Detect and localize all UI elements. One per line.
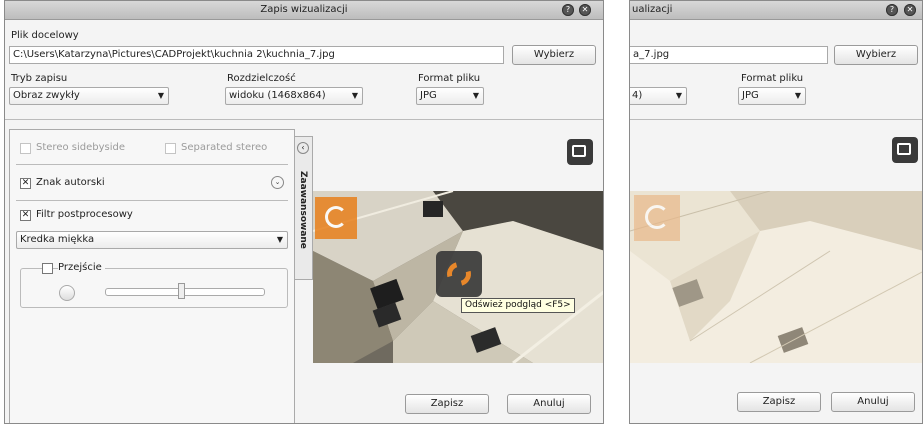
file-label: Plik docelowy — [11, 30, 79, 41]
cancel-button[interactable]: Anuluj — [507, 394, 591, 414]
postprocess-label: Filtr postprocesowy — [36, 209, 133, 220]
save-button[interactable]: Zapisz — [405, 394, 489, 414]
divider — [16, 200, 288, 201]
frame-icon — [572, 145, 586, 157]
chevron-down-icon: ▼ — [351, 91, 358, 100]
save-button[interactable]: Zapisz — [737, 392, 821, 412]
transition-slider-thumb[interactable] — [178, 283, 185, 299]
help-icon[interactable]: ? — [562, 4, 574, 16]
frame-icon — [897, 143, 911, 155]
preview-viewport[interactable] — [313, 191, 603, 363]
refresh-preview-button[interactable] — [436, 251, 482, 297]
resolution-select[interactable]: 4) ▼ — [630, 87, 687, 105]
format-select[interactable]: JPG ▼ — [738, 87, 806, 105]
format-select[interactable]: JPG ▼ — [416, 87, 484, 105]
stereo-sbs-checkbox[interactable] — [20, 143, 31, 154]
chevron-down-icon: ▼ — [794, 91, 801, 100]
separated-stereo-label: Separated stereo — [181, 142, 268, 153]
choose-file-button[interactable]: Wybierz — [834, 45, 918, 65]
save-mode-label: Tryb zapisu — [11, 73, 68, 84]
title-bar[interactable]: ualizacji ? ✕ — [630, 1, 922, 20]
dialog-title: Zapis wizualizacji — [260, 4, 348, 15]
divider — [16, 164, 288, 165]
format-value: JPG — [742, 90, 759, 101]
divider — [630, 119, 922, 120]
file-path-field[interactable]: a_7.jpg — [630, 46, 828, 64]
stereo-sbs-label: Stereo sidebyside — [36, 142, 126, 153]
filter-value: Kredka miękka — [20, 234, 95, 245]
title-bar[interactable]: Zapis wizualizacji ? ✕ — [5, 1, 603, 20]
save-visualization-dialog: Zapis wizualizacji ? ✕ Plik docelowy C:\… — [4, 0, 604, 424]
separated-stereo-checkbox[interactable] — [165, 143, 176, 154]
resolution-label: Rozdzielczość — [227, 73, 296, 84]
resolution-value: widoku (1468x864) — [229, 90, 326, 101]
fit-frame-button[interactable] — [567, 139, 593, 165]
dialog-title-fragment: ualizacji — [632, 4, 673, 15]
help-icon[interactable]: ? — [886, 4, 898, 16]
transition-knob[interactable] — [59, 285, 75, 301]
close-icon[interactable]: ✕ — [904, 4, 916, 16]
refresh-tooltip: Odśwież podgląd <F5> — [461, 298, 575, 313]
filter-select[interactable]: Kredka miękka ▼ — [16, 231, 288, 249]
advanced-tab-label: Zaawansowane — [298, 171, 308, 249]
format-value: JPG — [420, 90, 437, 101]
refresh-icon — [442, 257, 476, 291]
logo-icon — [634, 195, 680, 241]
transition-label: Przejście — [58, 262, 105, 273]
format-label: Format pliku — [418, 73, 481, 84]
transition-checkbox[interactable] — [42, 263, 53, 274]
save-mode-value: Obraz zwykły — [13, 90, 80, 101]
postprocess-checkbox[interactable]: ✕ — [20, 210, 31, 221]
chevron-down-icon: ▼ — [157, 91, 164, 100]
advanced-tab[interactable]: ‹ Zaawansowane — [295, 136, 313, 280]
save-visualization-dialog-cropped: ualizacji ? ✕ a_7.jpg Wybierz Format pli… — [629, 0, 923, 424]
chevron-down-icon: ▼ — [472, 91, 479, 100]
signature-label: Znak autorski — [36, 177, 105, 188]
chevron-down-icon: ▼ — [276, 235, 283, 244]
collapse-icon[interactable]: ‹ — [297, 142, 309, 154]
logo-icon — [315, 197, 357, 239]
divider — [5, 119, 603, 120]
save-mode-select[interactable]: Obraz zwykły ▼ — [9, 87, 169, 105]
preview-viewport[interactable] — [630, 191, 922, 363]
file-path-field[interactable]: C:\Users\Katarzyna\Pictures\CADProjekt\k… — [9, 46, 504, 64]
transition-slider-track[interactable] — [105, 288, 265, 296]
cancel-button[interactable]: Anuluj — [831, 392, 915, 412]
signature-checkbox[interactable]: ✕ — [20, 178, 31, 189]
choose-file-button[interactable]: Wybierz — [512, 45, 596, 65]
format-label: Format pliku — [741, 73, 804, 84]
expand-signature-icon[interactable]: ⌄ — [271, 176, 284, 189]
resolution-select[interactable]: widoku (1468x864) ▼ — [225, 87, 363, 105]
fit-frame-button[interactable] — [892, 137, 918, 163]
advanced-panel: Stereo sidebyside Separated stereo ✕ Zna… — [9, 129, 295, 423]
chevron-down-icon: ▼ — [675, 91, 682, 100]
resolution-fragment: 4) — [632, 90, 643, 101]
close-icon[interactable]: ✕ — [579, 4, 591, 16]
